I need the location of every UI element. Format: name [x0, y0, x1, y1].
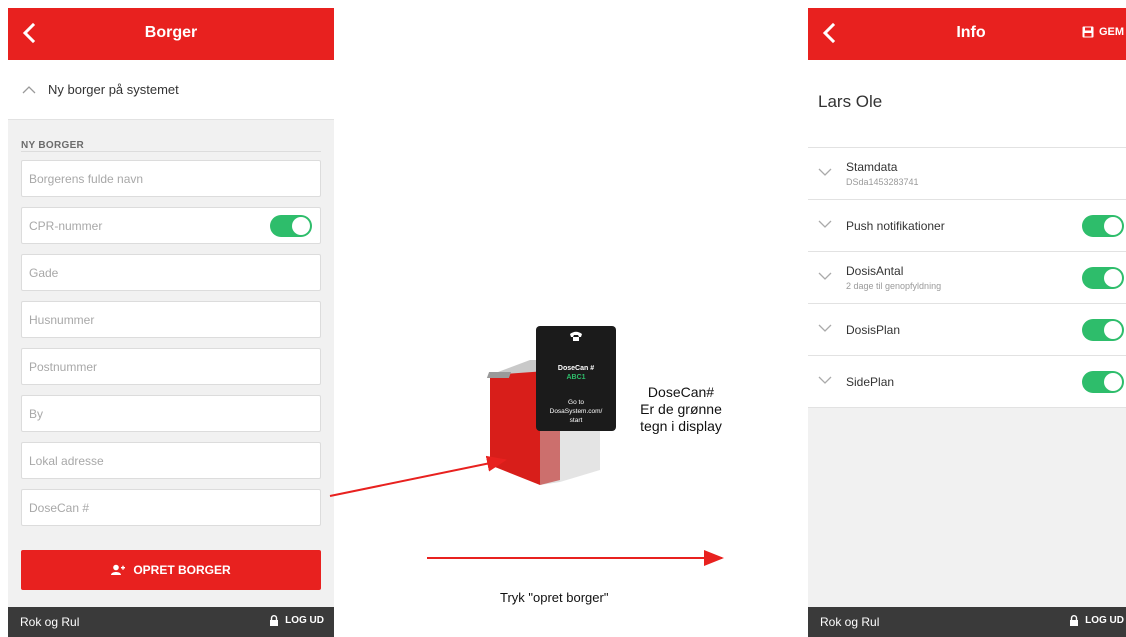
logout-button[interactable]: LOG UD	[269, 615, 324, 626]
new-citizen-form: NY BORGER Borgerens fulde navn CPR-numme…	[8, 120, 334, 526]
footer-bar: Rok og Rul LOG UD	[8, 607, 334, 637]
row-label: Stamdata	[846, 160, 898, 174]
logout-button[interactable]: LOG UD	[1069, 615, 1124, 626]
dosecan-caption-line3: tegn i display	[640, 418, 722, 434]
row-stamdata[interactable]: Stamdata DSda1453283741	[808, 148, 1126, 200]
cpr-number-input[interactable]: CPR-nummer	[21, 207, 321, 244]
chevron-up-icon	[22, 85, 36, 93]
full-name-input[interactable]: Borgerens fulde navn	[21, 160, 321, 197]
city-input[interactable]: By	[21, 395, 321, 432]
house-number-input[interactable]: Husnummer	[21, 301, 321, 338]
postal-code-input[interactable]: Postnummer	[21, 348, 321, 385]
row-label: Push notifikationer	[846, 218, 945, 233]
device-screen-line4: start	[570, 417, 583, 424]
footer-brand: Rok og Rul	[820, 615, 880, 629]
row-side-plan[interactable]: SidePlan	[808, 356, 1126, 408]
footer-brand: Rok og Rul	[20, 615, 80, 629]
cpr-toggle[interactable]	[270, 215, 312, 237]
person-name: Lars Ole	[808, 60, 1126, 148]
dosecan-caption-line1: DoseCan#	[647, 384, 715, 400]
local-address-input[interactable]: Lokal adresse	[21, 442, 321, 479]
dosecan-caption: DoseCan# Er de grønne tegn i display	[626, 384, 736, 435]
floppy-disk-icon	[1082, 26, 1094, 38]
row-label: DosisAntal	[846, 264, 904, 278]
dosis-antal-toggle[interactable]	[1082, 267, 1124, 289]
street-input[interactable]: Gade	[21, 254, 321, 291]
add-user-icon	[111, 564, 126, 575]
row-dosis-antal[interactable]: DosisAntal 2 dage til genopfyldning	[808, 252, 1126, 304]
push-notifications-toggle[interactable]	[1082, 215, 1124, 237]
dosecan-number-input[interactable]: DoseCan #	[21, 489, 321, 526]
borger-screen: Borger Ny borger på systemet NY BORGER B…	[8, 8, 334, 637]
section-header-new-citizen[interactable]: Ny borger på systemet	[8, 60, 334, 120]
device-screen-line2: Go to	[568, 399, 584, 406]
page-title: Info	[956, 24, 986, 41]
app-bar: Info GEM	[808, 8, 1126, 60]
chevron-down-icon	[818, 220, 832, 228]
save-button[interactable]: GEM	[1082, 26, 1124, 38]
create-citizen-caption: Tryk "opret borger"	[500, 590, 609, 605]
row-sublabel: DSda1453283741	[846, 177, 919, 187]
stage: Borger Ny borger på systemet NY BORGER B…	[0, 0, 1126, 637]
dosecan-caption-line2: Er de grønne	[640, 401, 722, 417]
chevron-down-icon	[818, 272, 832, 280]
side-plan-toggle[interactable]	[1082, 371, 1124, 393]
info-screen: Info GEM Lars Ole Stamdata DSda145328374…	[808, 8, 1126, 637]
row-label: SidePlan	[846, 374, 895, 389]
footer-bar: Rok og Rul LOG UD	[808, 607, 1126, 637]
divider	[21, 151, 321, 152]
section-header-label: Ny borger på systemet	[48, 82, 179, 97]
chevron-down-icon	[818, 168, 832, 176]
device-screen-line3: DosaSystem.com/	[550, 408, 603, 415]
row-push-notifications[interactable]: Push notifikationer	[808, 200, 1126, 252]
create-citizen-button[interactable]: OPRET BORGER	[21, 550, 321, 590]
create-citizen-label: OPRET BORGER	[133, 563, 231, 577]
device-screen-code: ABC1	[566, 374, 585, 381]
page-title: Borger	[144, 24, 198, 41]
row-dosis-plan[interactable]: DosisPlan	[808, 304, 1126, 356]
lock-icon	[270, 615, 279, 626]
form-label: NY BORGER	[21, 140, 85, 151]
chevron-down-icon	[818, 324, 832, 332]
dosis-plan-toggle[interactable]	[1082, 319, 1124, 341]
row-label: DosisPlan	[846, 322, 901, 337]
chevron-down-icon	[818, 376, 832, 384]
device-screen-label: DoseCan #	[558, 365, 594, 372]
lock-icon	[1070, 615, 1079, 626]
row-sublabel: 2 dage til genopfyldning	[846, 281, 942, 291]
app-bar: Borger	[8, 8, 334, 60]
